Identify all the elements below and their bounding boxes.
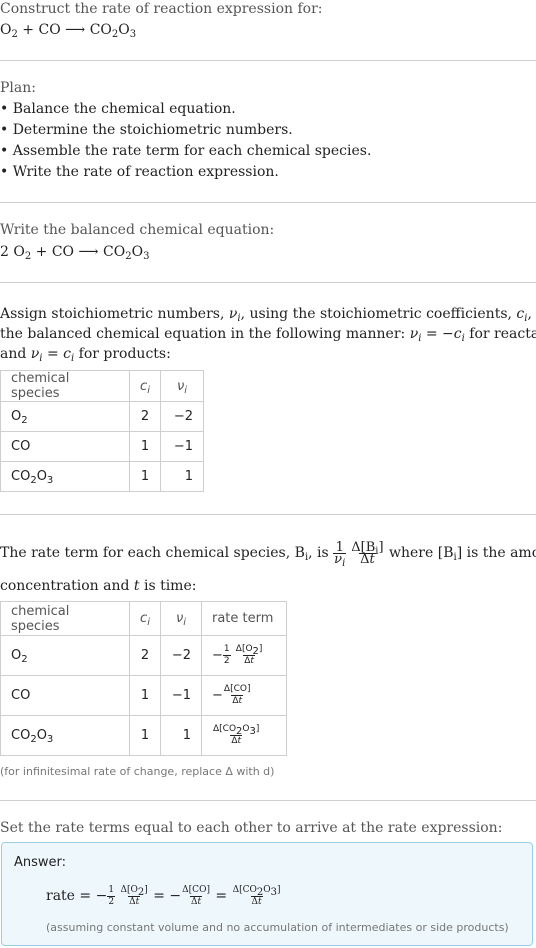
rate-term-fraction: 1 νi Δ[Bi] Δt [333,539,384,569]
header-nui: νi [160,601,202,636]
assumption-note: (assuming constant volume and no accumul… [46,921,509,934]
species-cell: CO2O3 [0,461,130,492]
ci-cell: 2 [129,401,161,432]
rate-expression: rate = −1 2 Δ[O2] Δt = − Δ[CO] Δt = Δ[CO2O3]… [46,884,281,907]
rate-label: rate [46,888,75,904]
rate-term-text: The rate term for each chemical species,… [0,539,536,569]
stoich-table: chemical species ci νi O2 2 −2 CO 1 −1 C… [0,370,204,492]
answer-box: Answer: rate = −1 2 Δ[O2] Δt = − Δ[CO] Δt = … [1,842,533,946]
reaction-equation: O2 + CO ⟶ CO2O3 [0,22,137,40]
rate-term-cell: − Δ[CO] Δt [201,675,287,716]
product-co2o3: CO2O3 [89,22,137,40]
table-row: CO 1 −1 − Δ[CO] Δt [0,675,287,716]
header-nui: νi [160,370,204,402]
balanced-heading: Write the balanced chemical equation: [0,222,275,238]
intro-title: Construct the rate of reaction expressio… [0,1,323,17]
table-row: O2 2 −2 [0,401,204,432]
infinitesimal-note: (for infinitesimal rate of change, repla… [0,765,275,778]
header-ci: ci [129,370,161,402]
ci-cell: 1 [129,431,161,462]
stoich-text-2: the balanced chemical equation in the fo… [0,326,536,344]
final-heading: Set the rate terms equal to each other t… [0,820,503,836]
plan-step: • Determine the stoichiometric numbers. [0,122,293,138]
rate-term-text-2: concentration and t is time: [0,578,197,594]
divider [0,202,536,203]
species-cell: CO [0,675,130,716]
stoich-text-1: Assign stoichiometric numbers, νi, using… [0,306,536,324]
plan-heading: Plan: [0,80,36,96]
header-ci: ci [129,601,161,636]
nui-cell: 1 [160,461,204,492]
reaction-arrow: ⟶ [65,22,86,38]
answer-label: Answer: [14,855,67,870]
divider [0,60,536,61]
balanced-equation: 2 O2 + CO ⟶ CO2O3 [0,244,150,262]
stoich-text-3: and νi = ci for products: [0,346,171,364]
plan-step: • Balance the chemical equation. [0,101,236,117]
ci-cell: 1 [129,675,161,716]
table-header-row: chemical species ci νi rate term [0,601,287,636]
ci-cell: 2 [129,635,161,676]
divider [0,514,536,515]
divider [0,282,536,283]
species-cell: CO2O3 [0,715,130,756]
header-species: chemical species [0,601,130,636]
divider [0,800,536,801]
table-row: CO2O3 1 1 Δ[CO2O3] Δt [0,715,287,756]
species-cell: O2 [0,635,130,676]
rate-term-cell: Δ[CO2O3] Δt [201,715,287,756]
rate-term-cell: −1 2 Δ[O2] Δt [201,635,287,676]
ci-cell: 1 [129,461,161,492]
table-row: CO2O3 1 1 [0,461,204,492]
nui-cell: 1 [160,715,202,756]
species-cell: CO [0,431,130,462]
reactant-o2: O2 [0,22,18,40]
plan-step: • Assemble the rate term for each chemic… [0,143,372,159]
nui-cell: −1 [160,675,202,716]
ci-cell: 1 [129,715,161,756]
table-row: O2 2 −2 −1 2 Δ[O2] Δt [0,635,287,676]
rate-table: chemical species ci νi rate term O2 2 −2… [0,601,287,756]
nui-cell: −1 [160,431,204,462]
table-header-row: chemical species ci νi [0,370,204,402]
nui-cell: −2 [160,635,202,676]
header-species: chemical species [0,370,130,402]
header-rate-term: rate term [201,601,287,636]
plan-step: • Write the rate of reaction expression. [0,164,279,180]
species-cell: O2 [0,401,130,432]
nui-cell: −2 [160,401,204,432]
table-row: CO 1 −1 [0,431,204,462]
reactant-co: CO [38,22,61,38]
